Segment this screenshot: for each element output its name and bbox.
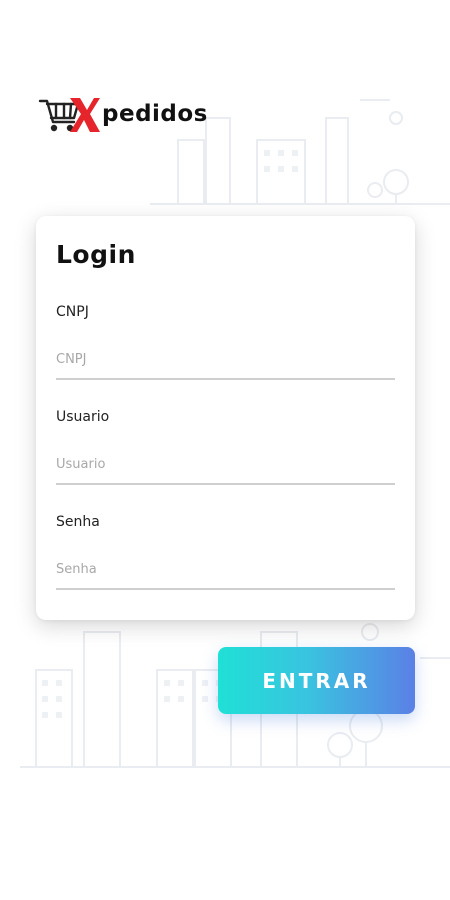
senha-label: Senha — [56, 514, 100, 530]
brand-logo: pedidos — [38, 92, 238, 136]
shopping-cart-icon — [38, 98, 100, 132]
cnpj-label: CNPJ — [56, 304, 89, 320]
usuario-label: Usuario — [56, 409, 110, 425]
logo-mark — [38, 92, 100, 136]
usuario-field-group: Usuario — [56, 409, 395, 485]
cnpj-field-group: CNPJ — [56, 304, 395, 380]
senha-input[interactable] — [56, 550, 395, 590]
entrar-button[interactable]: ENTRAR — [218, 647, 415, 714]
login-title: Login — [56, 240, 136, 269]
senha-field-group: Senha — [56, 514, 395, 590]
brand-name: pedidos — [102, 101, 208, 127]
login-card: Login CNPJ Usuario Senha — [36, 216, 415, 620]
cnpj-input[interactable] — [56, 340, 395, 380]
usuario-input[interactable] — [56, 445, 395, 485]
